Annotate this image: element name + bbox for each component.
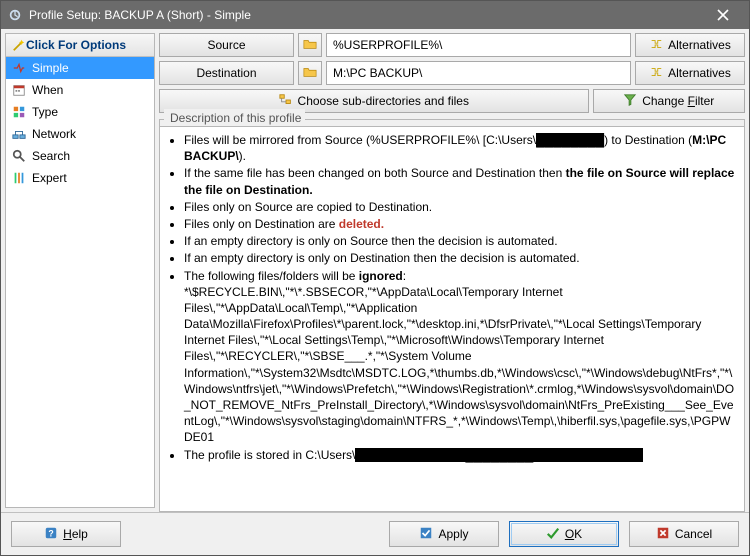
sidebar-item-label: Network xyxy=(32,127,76,141)
sidebar-item-label: Expert xyxy=(32,171,67,185)
description-fieldset: Description of this profile Files will b… xyxy=(159,119,745,512)
app-icon xyxy=(7,7,23,23)
search-icon xyxy=(12,149,26,163)
desc-line: If an empty directory is only on Destina… xyxy=(184,250,738,266)
sidebar-item-label: Search xyxy=(32,149,70,163)
sidebar-header[interactable]: Click For Options xyxy=(6,34,154,57)
description-text: Files will be mirrored from Source (%USE… xyxy=(160,126,744,511)
alternatives-label: Alternatives xyxy=(668,66,731,80)
destination-path-input[interactable] xyxy=(326,61,631,85)
profile-setup-window: Profile Setup: BACKUP A (Short) - Simple… xyxy=(0,0,750,556)
cancel-icon xyxy=(656,526,670,543)
help-button[interactable]: ? Help xyxy=(11,521,121,547)
sidebar-item-label: Simple xyxy=(32,61,69,75)
folder-icon xyxy=(303,65,317,82)
folder-icon xyxy=(303,37,317,54)
destination-button[interactable]: Destination xyxy=(159,61,294,85)
ok-icon xyxy=(546,526,560,543)
sidebar-header-label: Click For Options xyxy=(26,38,126,52)
ok-button[interactable]: OK xyxy=(509,521,619,547)
close-button[interactable] xyxy=(703,1,743,29)
desc-line: Files only on Destination are deleted. xyxy=(184,216,738,232)
body: Click For Options Simple When Type Network S… xyxy=(1,29,749,512)
description-legend: Description of this profile xyxy=(164,109,305,125)
expert-icon xyxy=(12,171,26,185)
source-browse-button[interactable] xyxy=(298,33,322,57)
main-area: Source Alternatives Destination xyxy=(155,29,749,512)
cancel-button[interactable]: Cancel xyxy=(629,521,739,547)
sidebar: Click For Options Simple When Type Network S… xyxy=(5,33,155,508)
source-label: Source xyxy=(207,38,245,52)
destination-label: Destination xyxy=(196,66,256,80)
window-title: Profile Setup: BACKUP A (Short) - Simple xyxy=(29,8,703,22)
desc-line: The following files/folders will be igno… xyxy=(184,268,738,446)
source-path-input[interactable] xyxy=(326,33,631,57)
destination-browse-button[interactable] xyxy=(298,61,322,85)
help-icon: ? xyxy=(44,526,58,543)
wand-icon xyxy=(12,38,26,52)
sidebar-item-expert[interactable]: Expert xyxy=(6,167,154,189)
footer: ? Help Apply OK Cancel xyxy=(1,512,749,555)
apply-button[interactable]: Apply xyxy=(389,521,499,547)
apply-icon xyxy=(419,526,433,543)
cancel-label: Cancel xyxy=(675,527,712,541)
sidebar-item-network[interactable]: Network xyxy=(6,123,154,145)
source-button[interactable]: Source xyxy=(159,33,294,57)
change-filter-button[interactable]: Change Filter xyxy=(593,89,746,113)
network-icon xyxy=(12,127,26,141)
sidebar-item-label: When xyxy=(32,83,63,97)
sidebar-item-label: Type xyxy=(32,105,58,119)
tree-icon xyxy=(279,93,293,110)
alternatives-icon xyxy=(649,65,663,82)
desc-line: The profile is stored in C:\Users\██████… xyxy=(184,447,738,463)
desc-line: Files will be mirrored from Source (%USE… xyxy=(184,132,738,164)
source-alternatives-button[interactable]: Alternatives xyxy=(635,33,745,57)
sidebar-item-search[interactable]: Search xyxy=(6,145,154,167)
titlebar: Profile Setup: BACKUP A (Short) - Simple xyxy=(1,1,749,29)
ok-label: OK xyxy=(565,527,582,541)
sidebar-item-type[interactable]: Type xyxy=(6,101,154,123)
desc-line: Files only on Source are copied to Desti… xyxy=(184,199,738,215)
type-icon xyxy=(12,105,26,119)
simple-icon xyxy=(12,61,26,75)
svg-text:?: ? xyxy=(48,528,53,538)
sidebar-item-simple[interactable]: Simple xyxy=(6,57,154,79)
filter-icon xyxy=(623,93,637,110)
alternatives-label: Alternatives xyxy=(668,38,731,52)
desc-line: If the same file has been changed on bot… xyxy=(184,165,738,197)
when-icon xyxy=(12,83,26,97)
help-label: Help xyxy=(63,527,88,541)
change-filter-label: Change Filter xyxy=(642,94,714,108)
choose-sub-label: Choose sub-directories and files xyxy=(298,94,469,108)
desc-line: If an empty directory is only on Source … xyxy=(184,233,738,249)
destination-alternatives-button[interactable]: Alternatives xyxy=(635,61,745,85)
alternatives-icon xyxy=(649,37,663,54)
apply-label: Apply xyxy=(438,527,468,541)
sidebar-item-when[interactable]: When xyxy=(6,79,154,101)
